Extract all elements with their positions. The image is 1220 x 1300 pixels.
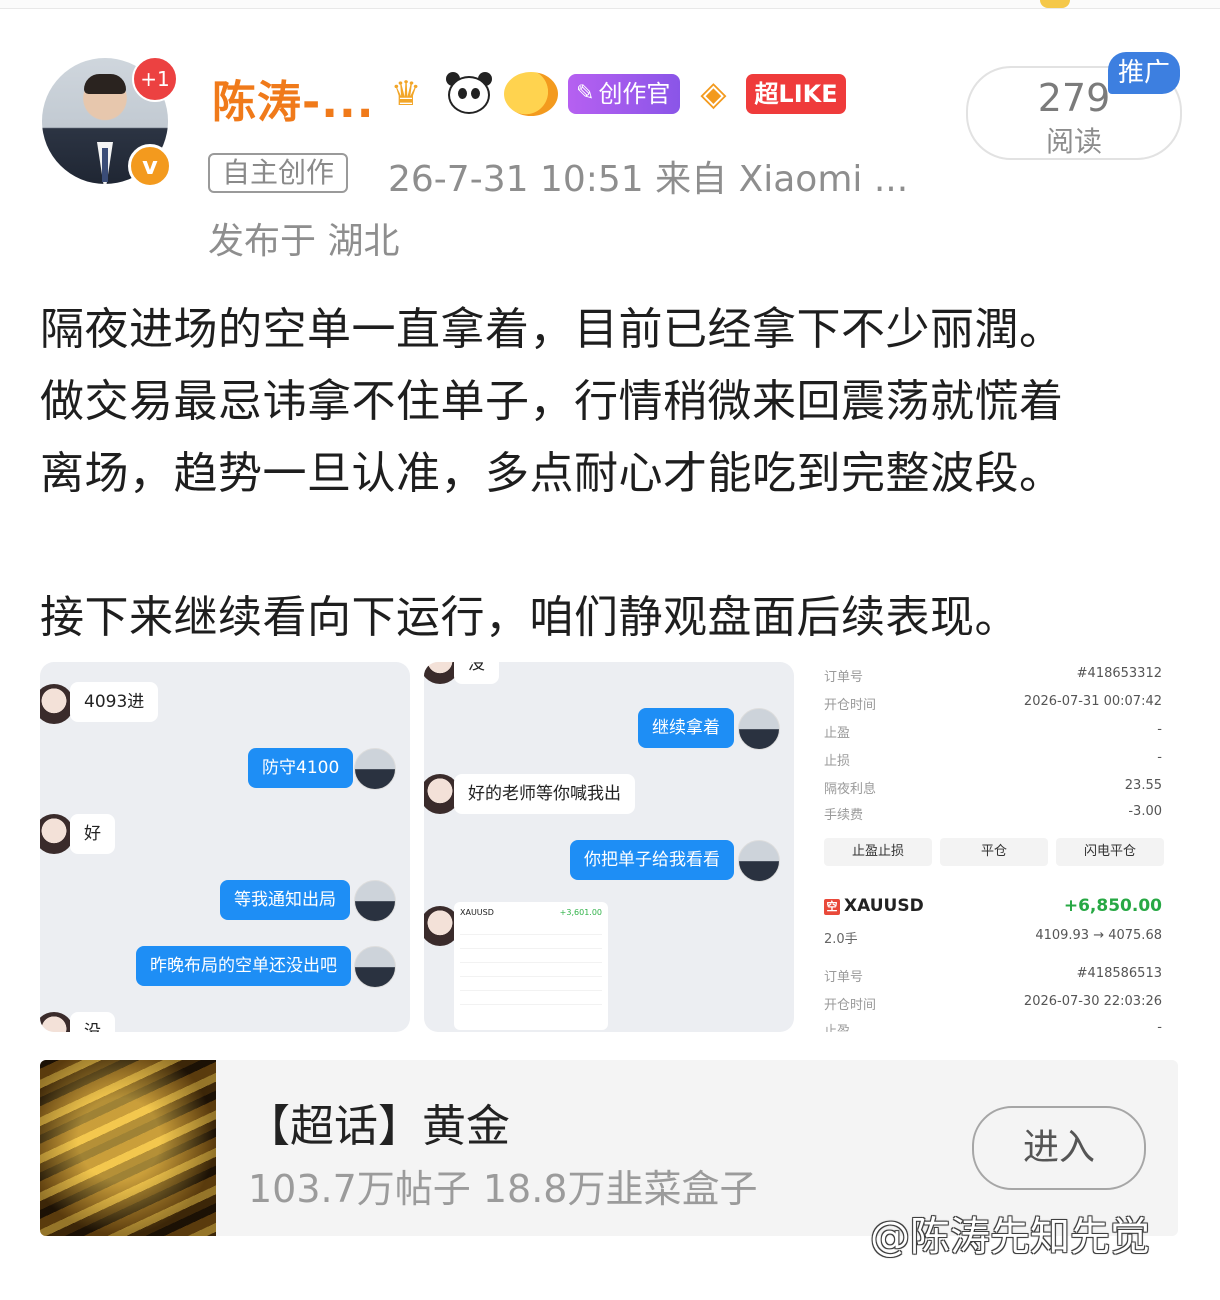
post-paragraph: 离场，趋势一旦认准，多点耐心才能吃到完整波段。: [40, 448, 1064, 499]
student-avatar: [40, 1012, 74, 1032]
chat-bubble-left: 没: [70, 1012, 115, 1032]
watermark: @陈涛先知先觉: [870, 1214, 1150, 1260]
gold-bars-thumbnail: [40, 1060, 216, 1236]
order-row: 手续费 -3.00: [824, 804, 1162, 823]
position-symbol: 空 XAUUSD: [824, 896, 924, 916]
diamond-badge-icon[interactable]: ◈: [690, 72, 736, 116]
order-row: 开仓时间 2026-07-30 22:03:26: [824, 994, 1162, 1013]
student-avatar: [40, 684, 74, 724]
author-name[interactable]: 陈涛-...: [212, 66, 374, 130]
plus-badge: +1: [132, 56, 178, 102]
header-decoration: [1040, 0, 1070, 8]
order-row: 开仓时间 2026-07-31 00:07:42: [824, 694, 1162, 713]
mini-symbol: XAUUSD: [460, 908, 494, 917]
post-paragraph: 接下来继续看向下运行，咱们静观盘面后续表现。: [40, 592, 1019, 643]
topic-title: 【超话】黄金: [246, 1101, 510, 1152]
teacher-avatar: [738, 840, 780, 882]
order-row: 止盈 -: [824, 722, 1162, 741]
mini-pnl: +3,601.00: [559, 908, 602, 917]
flash-close-button: 闪电平仓: [1056, 838, 1164, 866]
top-divider: [0, 0, 1220, 9]
post-paragraph: 做交易最忌讳拿不住单子，行情稍微来回震荡就慌着: [40, 376, 1064, 427]
verified-icon: v: [128, 144, 172, 188]
close-position-button: 平仓: [940, 838, 1048, 866]
order-row: 订单号 #418586513: [824, 966, 1162, 985]
teacher-avatar: [354, 946, 396, 988]
order-row: 订单号 #418653312: [824, 666, 1162, 685]
chat-bubble-right: 等我通知出局: [220, 880, 350, 920]
original-tag: 自主创作: [208, 153, 349, 193]
avatar-hair: [84, 74, 126, 94]
post-paragraph: 隔夜进场的空单一直拿着，目前已经拿下不少丽潤。: [40, 304, 1064, 355]
enter-topic-button[interactable]: 进入: [972, 1106, 1146, 1190]
post-body: 隔夜进场的空单一直拿着，目前已经拿下不少丽潤。 做交易最忌讳拿不住单子，行情稍微…: [40, 294, 1190, 654]
tp-sl-button: 止盈止损: [824, 838, 932, 866]
chat-bubble-right: 防守4100: [248, 748, 354, 788]
chat-bubble-left: 好的老师等你喊我出: [454, 774, 635, 814]
teacher-avatar: [354, 748, 396, 790]
crown-badge-icon[interactable]: ♛: [378, 72, 434, 116]
badge-row: ♛ ✎ 创作官 ◈ 超LIKE: [378, 72, 846, 116]
post-image-order[interactable]: 订单号 #418653312 开仓时间 2026-07-31 00:07:42 止盈…: [808, 662, 1178, 1032]
order-row: 止损 -: [824, 750, 1162, 769]
topic-stats: 103.7万帖子 18.8万韭菜盒子: [248, 1167, 758, 1211]
position-prices: 4109.93 → 4075.68: [1035, 928, 1162, 943]
teacher-avatar: [738, 708, 780, 750]
chat-bubble-right: 你把单子给我看看: [570, 840, 734, 880]
creator-badge-icon: ✎: [576, 81, 595, 106]
position-lots: 2.0手: [824, 932, 858, 947]
post-location: 发布于 湖北: [208, 221, 400, 262]
panda-badge-icon[interactable]: [444, 72, 494, 116]
teacher-avatar: [354, 880, 396, 922]
super-like-badge[interactable]: 超LIKE: [746, 74, 846, 114]
fish-badge-icon[interactable]: [504, 72, 558, 116]
order-row: 隔夜利息 23.55: [824, 778, 1162, 797]
creator-badge[interactable]: ✎ 创作官: [568, 74, 681, 114]
promote-button[interactable]: 推广: [1108, 52, 1180, 94]
student-avatar: [40, 814, 74, 854]
read-label: 阅读: [1045, 125, 1102, 158]
post-image-chat-2[interactable]: 没 继续拿着 好的老师等你喊我出 你把单子给我看看 XAUUSD +3,601.…: [424, 662, 794, 1032]
order-screenshot-thumbnail: XAUUSD +3,601.00: [454, 902, 608, 1030]
post-time-source: 26-7-31 10:51 来自 Xiaomi ...: [388, 159, 909, 200]
chat-bubble-right: 继续拿着: [638, 708, 734, 748]
chat-bubble-left: 没: [454, 662, 499, 684]
order-row: 止盈 -: [824, 1020, 1162, 1032]
chat-bubble-left: 4093进: [70, 682, 159, 722]
post-image-chat-1[interactable]: 4093进 防守4100 好 等我通知出局 昨晚布局的空单还没出吧 没: [40, 662, 410, 1032]
creator-badge-label: 创作官: [598, 80, 671, 108]
chat-bubble-right: 昨晚布局的空单还没出吧: [136, 946, 351, 986]
position-pnl: +6,850.00: [1063, 896, 1162, 916]
avatar-tie: [102, 148, 108, 182]
chat-bubble-left: 好: [70, 814, 115, 854]
